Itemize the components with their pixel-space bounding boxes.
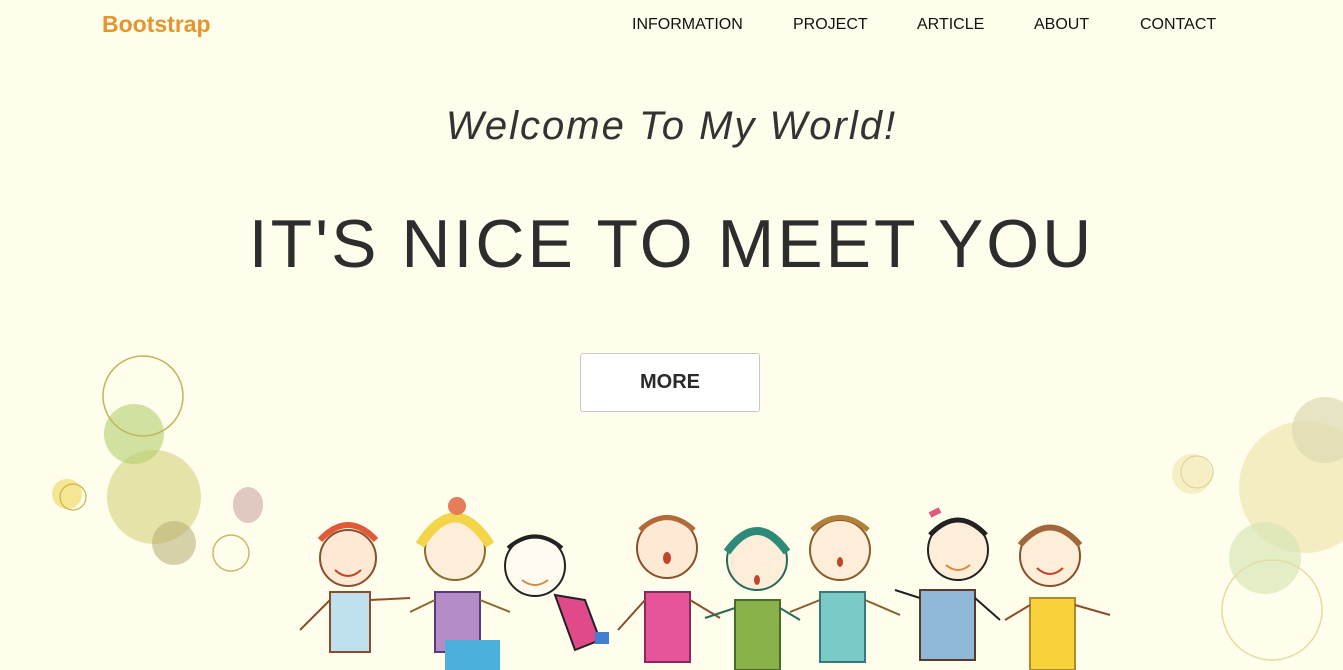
more-button[interactable]: MORE xyxy=(580,353,760,412)
nav-about[interactable]: ABOUT xyxy=(1034,16,1089,34)
kid-3 xyxy=(504,534,609,652)
bubble xyxy=(52,479,82,509)
kid-8 xyxy=(1004,524,1111,670)
kid-1 xyxy=(299,522,411,653)
kid-4 xyxy=(617,515,721,663)
kid-5 xyxy=(704,527,801,670)
nav-project[interactable]: PROJECT xyxy=(793,16,868,34)
bubble xyxy=(152,521,196,565)
welcome-subtitle: Welcome To My World! xyxy=(445,104,898,148)
hero-illustration xyxy=(52,355,1343,670)
kid-6 xyxy=(789,515,901,663)
nav-article[interactable]: ARTICLE xyxy=(917,16,984,34)
hero-headline: IT'S NICE TO MEET YOU xyxy=(248,206,1095,282)
bubble xyxy=(212,534,250,572)
kid-2 xyxy=(409,497,511,670)
nav-information[interactable]: INFORMATION xyxy=(632,16,743,34)
bubble xyxy=(1229,522,1301,594)
nav-contact[interactable]: CONTACT xyxy=(1140,16,1216,34)
bubble xyxy=(233,487,263,523)
page: Bootstrap INFORMATION PROJECT ARTICLE AB… xyxy=(0,0,1343,670)
bubble xyxy=(1172,454,1212,494)
kid-7 xyxy=(894,507,1001,661)
brand-logo-link[interactable]: Bootstrap xyxy=(102,11,211,38)
